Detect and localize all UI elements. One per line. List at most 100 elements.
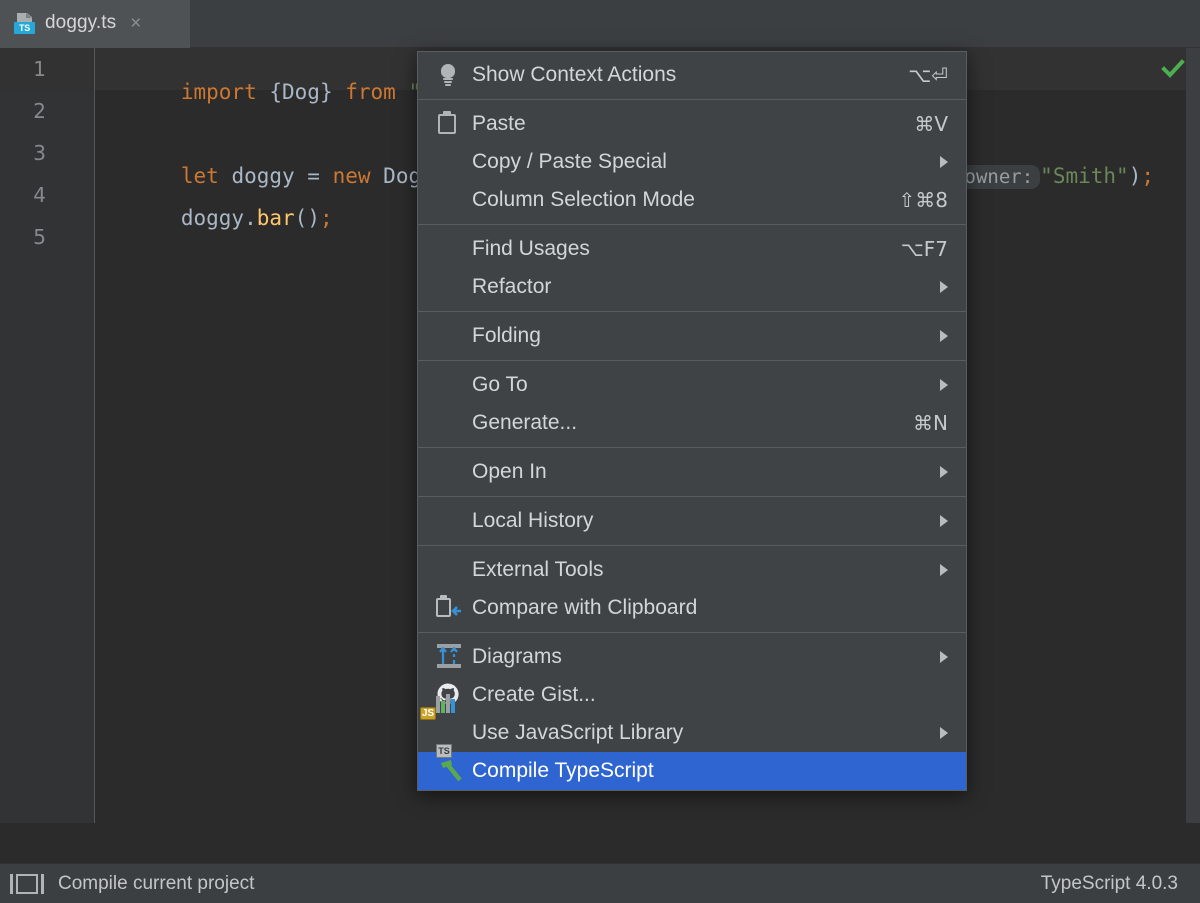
menu-separator <box>418 632 966 633</box>
menu-item-label: Paste <box>472 112 526 136</box>
token-punct: ; <box>1141 164 1154 188</box>
menu-item-label: Copy / Paste Special <box>472 150 667 174</box>
menu-item-use-javascript-library[interactable]: JS Use JavaScript Library <box>418 714 966 752</box>
editor-gutter[interactable]: 1 2 3 4 5 <box>0 48 95 823</box>
editor-tab-doggy-ts[interactable]: TS doggy.ts × <box>0 0 190 48</box>
token-punct: ; <box>320 206 333 230</box>
menu-item-paste[interactable]: Paste ⌘V <box>418 105 966 143</box>
token-punct: . <box>244 206 257 230</box>
typescript-file-icon: TS <box>14 12 36 34</box>
editor-tab-bar: TS doggy.ts × <box>0 0 1200 48</box>
menu-item-label: Compile TypeScript <box>472 759 654 783</box>
line-number: 4 <box>33 183 46 207</box>
menu-item-label: Diagrams <box>472 645 562 669</box>
menu-item-label: Folding <box>472 324 541 348</box>
menu-item-shortcut: ⌘N <box>913 411 948 435</box>
chevron-right-icon <box>940 727 948 739</box>
menu-separator <box>418 99 966 100</box>
menu-item-label: Local History <box>472 509 593 533</box>
chevron-right-icon <box>940 281 948 293</box>
typescript-badge-label: TS <box>436 744 452 758</box>
menu-group: Open In <box>418 453 966 491</box>
menu-item-label: Compare with Clipboard <box>472 596 697 620</box>
gutter-caret-line <box>0 48 94 90</box>
token-punct: () <box>295 206 320 230</box>
menu-item-label: Column Selection Mode <box>472 188 695 212</box>
close-icon[interactable]: × <box>130 14 141 33</box>
context-menu[interactable]: Show Context Actions ⌥⏎ Paste ⌘V Copy / … <box>417 51 967 791</box>
token-string: "Smith" <box>1040 164 1129 188</box>
menu-item-find-usages[interactable]: Find Usages ⌥F7 <box>418 230 966 268</box>
menu-separator <box>418 311 966 312</box>
menu-item-label: Generate... <box>472 411 577 435</box>
menu-item-label: External Tools <box>472 558 604 582</box>
ide-window: TS doggy.ts × 1 2 3 4 5 import {Dog} fro… <box>0 0 1200 903</box>
token-plain: {Dog} <box>269 80 345 104</box>
token-plain: doggy <box>181 206 244 230</box>
menu-separator <box>418 360 966 361</box>
chevron-right-icon <box>940 330 948 342</box>
menu-item-compare-with-clipboard[interactable]: Compare with Clipboard <box>418 589 966 627</box>
toggle-tool-windows-icon[interactable] <box>10 873 44 895</box>
typescript-version-label[interactable]: TypeScript 4.0.3 <box>1041 873 1178 895</box>
line-number: 5 <box>33 225 46 249</box>
menu-item-label: Go To <box>472 373 528 397</box>
token-keyword: import <box>181 80 270 104</box>
parameter-hint: owner: <box>958 165 1041 189</box>
vertical-scrollbar[interactable] <box>1186 48 1200 823</box>
token-keyword: new <box>333 164 384 188</box>
chevron-right-icon <box>940 156 948 168</box>
tab-title: doggy.ts <box>45 12 116 34</box>
status-message: Compile current project <box>58 873 254 895</box>
menu-item-label: Use JavaScript Library <box>472 721 683 745</box>
menu-group: Show Context Actions ⌥⏎ <box>418 52 966 94</box>
token-punct: ) <box>1129 164 1142 188</box>
typescript-badge-label: TS <box>14 22 35 34</box>
chevron-right-icon <box>940 466 948 478</box>
chevron-right-icon <box>940 379 948 391</box>
menu-item-go-to[interactable]: Go To <box>418 366 966 404</box>
menu-item-refactor[interactable]: Refactor <box>418 268 966 306</box>
token-function: bar <box>257 206 295 230</box>
compare-clipboard-icon <box>436 595 462 621</box>
menu-item-diagrams[interactable]: Diagrams <box>418 638 966 676</box>
menu-group: Local History <box>418 502 966 540</box>
menu-group: Folding <box>418 317 966 355</box>
menu-item-generate[interactable]: Generate... ⌘N <box>418 404 966 442</box>
menu-item-label: Open In <box>472 460 547 484</box>
chevron-right-icon <box>940 564 948 576</box>
menu-group: Paste ⌘V Copy / Paste Special Column Sel… <box>418 105 966 219</box>
menu-item-local-history[interactable]: Local History <box>418 502 966 540</box>
clipboard-icon <box>436 111 462 137</box>
menu-item-shortcut: ⇧⌘8 <box>899 188 948 212</box>
menu-group: Diagrams Create Gist... JS <box>418 638 966 790</box>
chevron-right-icon <box>940 651 948 663</box>
lightbulb-icon <box>436 62 462 88</box>
diagrams-icon <box>436 644 462 670</box>
menu-item-copy-paste-special[interactable]: Copy / Paste Special <box>418 143 966 181</box>
js-badge-label: JS <box>420 707 436 720</box>
compile-typescript-icon: TS <box>436 758 462 784</box>
menu-separator <box>418 224 966 225</box>
line-number: 2 <box>33 99 46 123</box>
chevron-right-icon <box>940 515 948 527</box>
menu-item-create-gist[interactable]: Create Gist... <box>418 676 966 714</box>
menu-item-column-selection-mode[interactable]: Column Selection Mode ⇧⌘8 <box>418 181 966 219</box>
line-number: 3 <box>33 141 46 165</box>
menu-item-folding[interactable]: Folding <box>418 317 966 355</box>
line-number: 1 <box>33 57 46 81</box>
inspection-ok-icon[interactable] <box>1160 56 1186 82</box>
menu-item-label: Find Usages <box>472 237 590 261</box>
menu-item-external-tools[interactable]: External Tools <box>418 551 966 589</box>
menu-item-shortcut: ⌥⏎ <box>908 63 948 87</box>
token-keyword: from <box>345 80 408 104</box>
js-library-icon: JS <box>436 720 462 746</box>
menu-item-compile-typescript[interactable]: TS Compile TypeScript <box>418 752 966 790</box>
menu-item-open-in[interactable]: Open In <box>418 453 966 491</box>
menu-group: External Tools Compare with Clipboard <box>418 551 966 627</box>
menu-item-show-context-actions[interactable]: Show Context Actions ⌥⏎ <box>418 56 966 94</box>
menu-item-label: Create Gist... <box>472 683 596 707</box>
menu-item-shortcut: ⌥F7 <box>901 237 948 261</box>
menu-separator <box>418 447 966 448</box>
menu-item-label: Refactor <box>472 275 551 299</box>
